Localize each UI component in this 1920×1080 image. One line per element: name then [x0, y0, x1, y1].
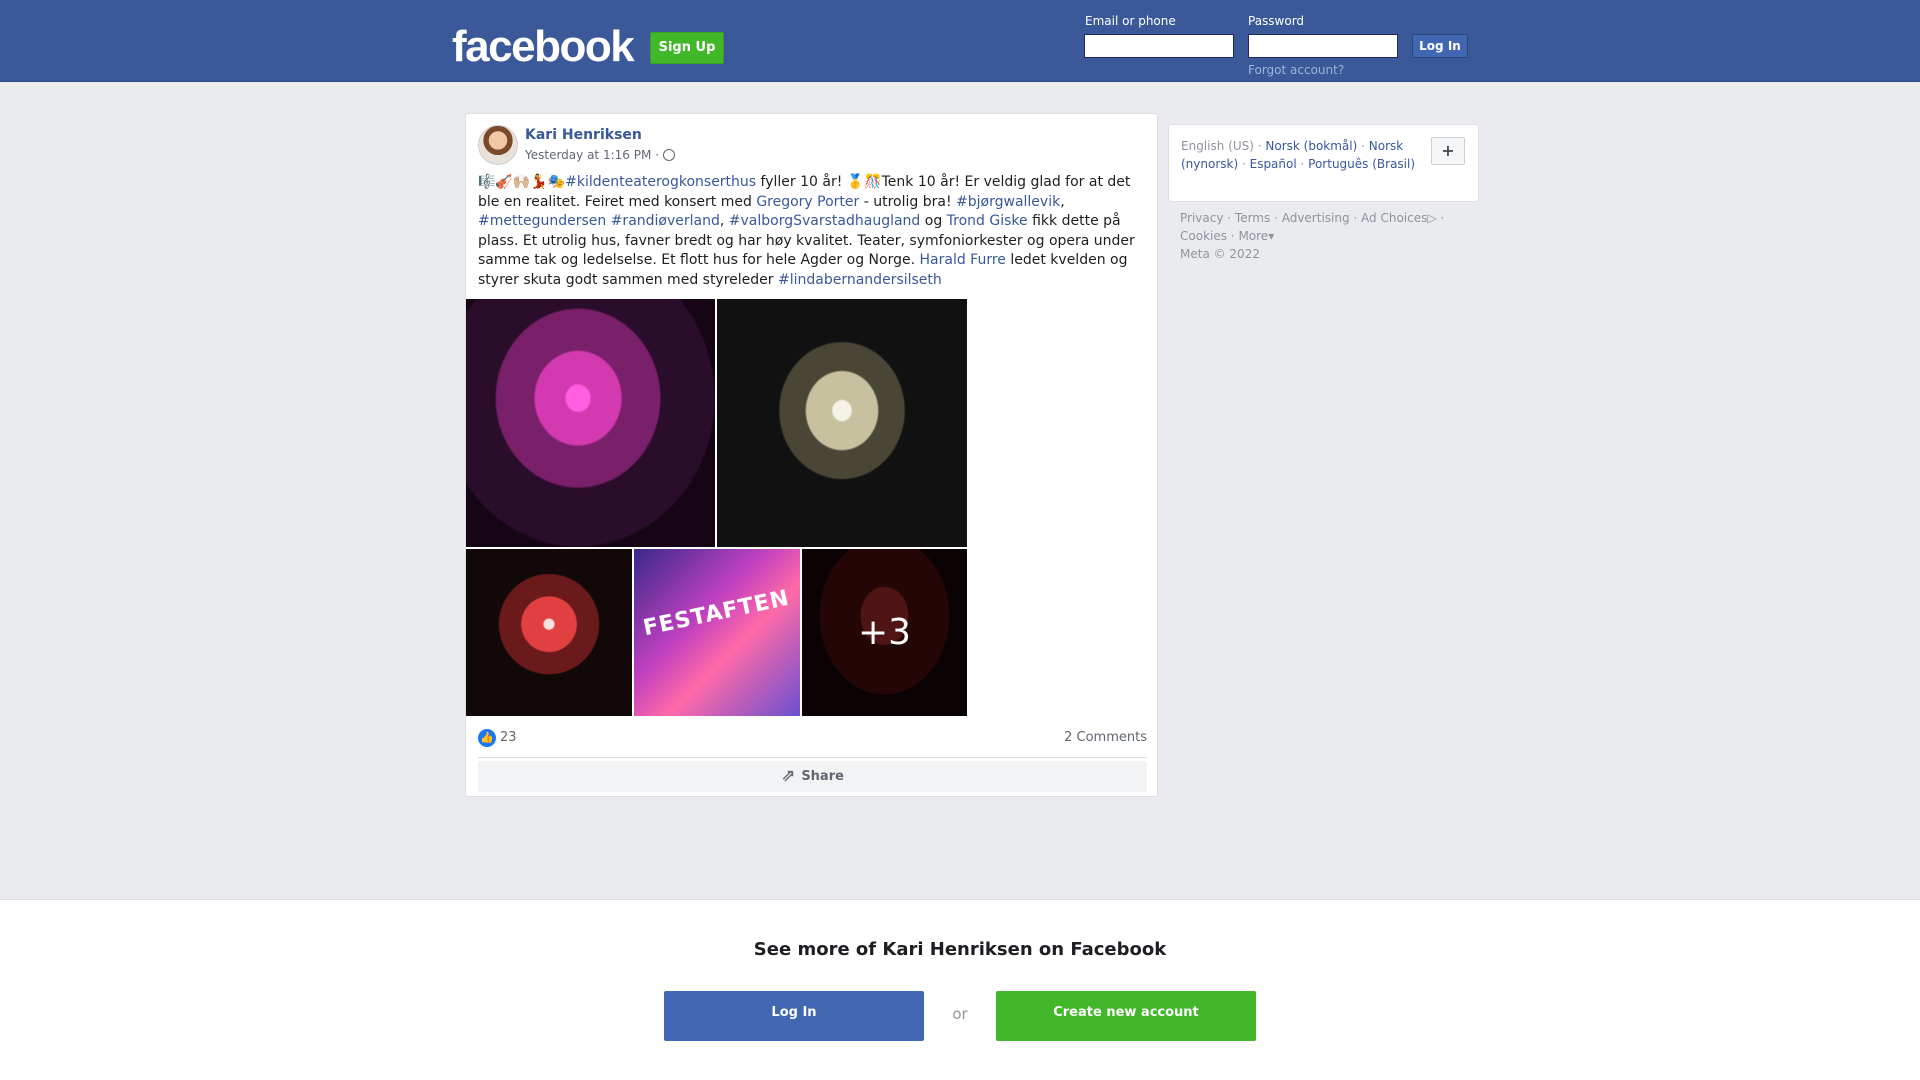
password-label: Password: [1248, 14, 1305, 28]
post-text-segment: og: [920, 213, 947, 229]
photo-festaften-stage[interactable]: FESTAFTEN: [634, 549, 800, 716]
ad-choices-icon: ▷: [1427, 211, 1437, 225]
or-label: or: [952, 1005, 968, 1023]
create-account-button[interactable]: Create new account: [996, 991, 1256, 1041]
language-link[interactable]: Español: [1250, 157, 1297, 171]
author-name[interactable]: Kari Henriksen: [525, 127, 642, 143]
footer-ad-choices[interactable]: Ad Choices: [1361, 211, 1427, 225]
share-label: Share: [801, 769, 844, 784]
meta-separator: ·: [655, 148, 660, 162]
photo-grid: FESTAFTEN +3: [466, 299, 967, 716]
see-more-title: See more of Kari Henriksen on Facebook: [753, 939, 1167, 960]
language-link[interactable]: Português (Brasil): [1308, 157, 1415, 171]
password-field[interactable]: [1248, 34, 1398, 58]
log-in-button[interactable]: Log In: [1412, 34, 1468, 58]
language-box: English (US) · Norsk (bokmål) · Norsk (n…: [1168, 124, 1479, 202]
caret-down-icon: ▾: [1268, 229, 1275, 243]
language-list: English (US) · Norsk (bokmål) · Norsk (n…: [1181, 139, 1416, 171]
comments-link[interactable]: 2 Comments: [1064, 730, 1147, 745]
post-text-segment: ,: [1060, 193, 1065, 210]
post-text-link[interactable]: #valborgSvarstadhaugland: [729, 213, 921, 229]
post-text: 🎼🎻🙌🏼💃🎭#kildenteaterogkonserthus fyller 1…: [478, 173, 1148, 290]
post-text-link[interactable]: #mettegundersen: [478, 213, 606, 229]
top-bar: facebook Sign Up Email or phone Password…: [0, 0, 1920, 82]
photo-orchestra[interactable]: +3: [802, 549, 967, 716]
footer-more[interactable]: More: [1238, 229, 1268, 243]
language-link[interactable]: Norsk (bokmål): [1265, 139, 1357, 153]
post-text-link[interactable]: Trond Giske: [947, 213, 1028, 229]
bottom-login-bar: See more of Kari Henriksen on Facebook L…: [0, 899, 1920, 1080]
footer-cookies[interactable]: Cookies: [1180, 229, 1227, 243]
footer-privacy[interactable]: Privacy: [1180, 211, 1223, 225]
post-text-segment: - utrolig bra!: [859, 193, 957, 210]
reactions-row: 👍 23 2 Comments: [478, 728, 1147, 748]
divider: [478, 757, 1147, 758]
post-text-link[interactable]: #randiøverland: [611, 213, 720, 229]
share-button[interactable]: ⇗ Share: [478, 761, 1147, 792]
post-text-link[interactable]: Harald Furre: [920, 252, 1006, 268]
more-photos-count[interactable]: +3: [802, 549, 967, 716]
photo-caption: FESTAFTEN: [641, 585, 792, 642]
post-meta: Yesterday at 1:16 PM ·: [525, 148, 676, 162]
avatar[interactable]: [478, 125, 518, 165]
post-timestamp[interactable]: Yesterday at 1:16 PM: [525, 148, 651, 162]
footer-links: Privacy · Terms · Advertising · Ad Choic…: [1180, 211, 1445, 261]
like-count[interactable]: 23: [500, 730, 517, 745]
facebook-logo[interactable]: facebook: [452, 22, 635, 72]
like-icon[interactable]: 👍: [478, 729, 496, 747]
sign-up-button[interactable]: Sign Up: [650, 32, 724, 64]
photo-fireworks-white[interactable]: [717, 299, 967, 547]
email-label: Email or phone: [1085, 14, 1176, 28]
post-text-link[interactable]: Gregory Porter: [756, 194, 859, 210]
copyright: Meta © 2022: [1180, 247, 1260, 261]
post-text-link[interactable]: #bjørgwallevik: [956, 194, 1060, 210]
footer-terms[interactable]: Terms: [1235, 211, 1270, 225]
more-languages-button[interactable]: +: [1431, 137, 1465, 165]
post-text-segment: ,: [719, 213, 729, 229]
photo-fireworks-pink[interactable]: [466, 299, 715, 547]
bottom-log-in-button[interactable]: Log In: [664, 991, 924, 1041]
post-text-link[interactable]: #lindabernandersilseth: [778, 272, 942, 288]
share-icon: ⇗: [781, 766, 796, 786]
footer-advertising[interactable]: Advertising: [1282, 211, 1350, 225]
post-text-link[interactable]: #kildenteaterogkonserthus: [565, 174, 756, 190]
forgot-account-link[interactable]: Forgot account?: [1248, 63, 1344, 77]
email-field[interactable]: [1084, 34, 1234, 58]
globe-icon: [663, 149, 676, 161]
photo-fireworks-red[interactable]: [466, 549, 632, 716]
post-text-segment: 🎼🎻🙌🏼💃🎭: [478, 174, 566, 190]
current-language: English (US): [1181, 139, 1254, 153]
post-card: Kari Henriksen Yesterday at 1:16 PM · 🎼🎻…: [465, 113, 1158, 797]
